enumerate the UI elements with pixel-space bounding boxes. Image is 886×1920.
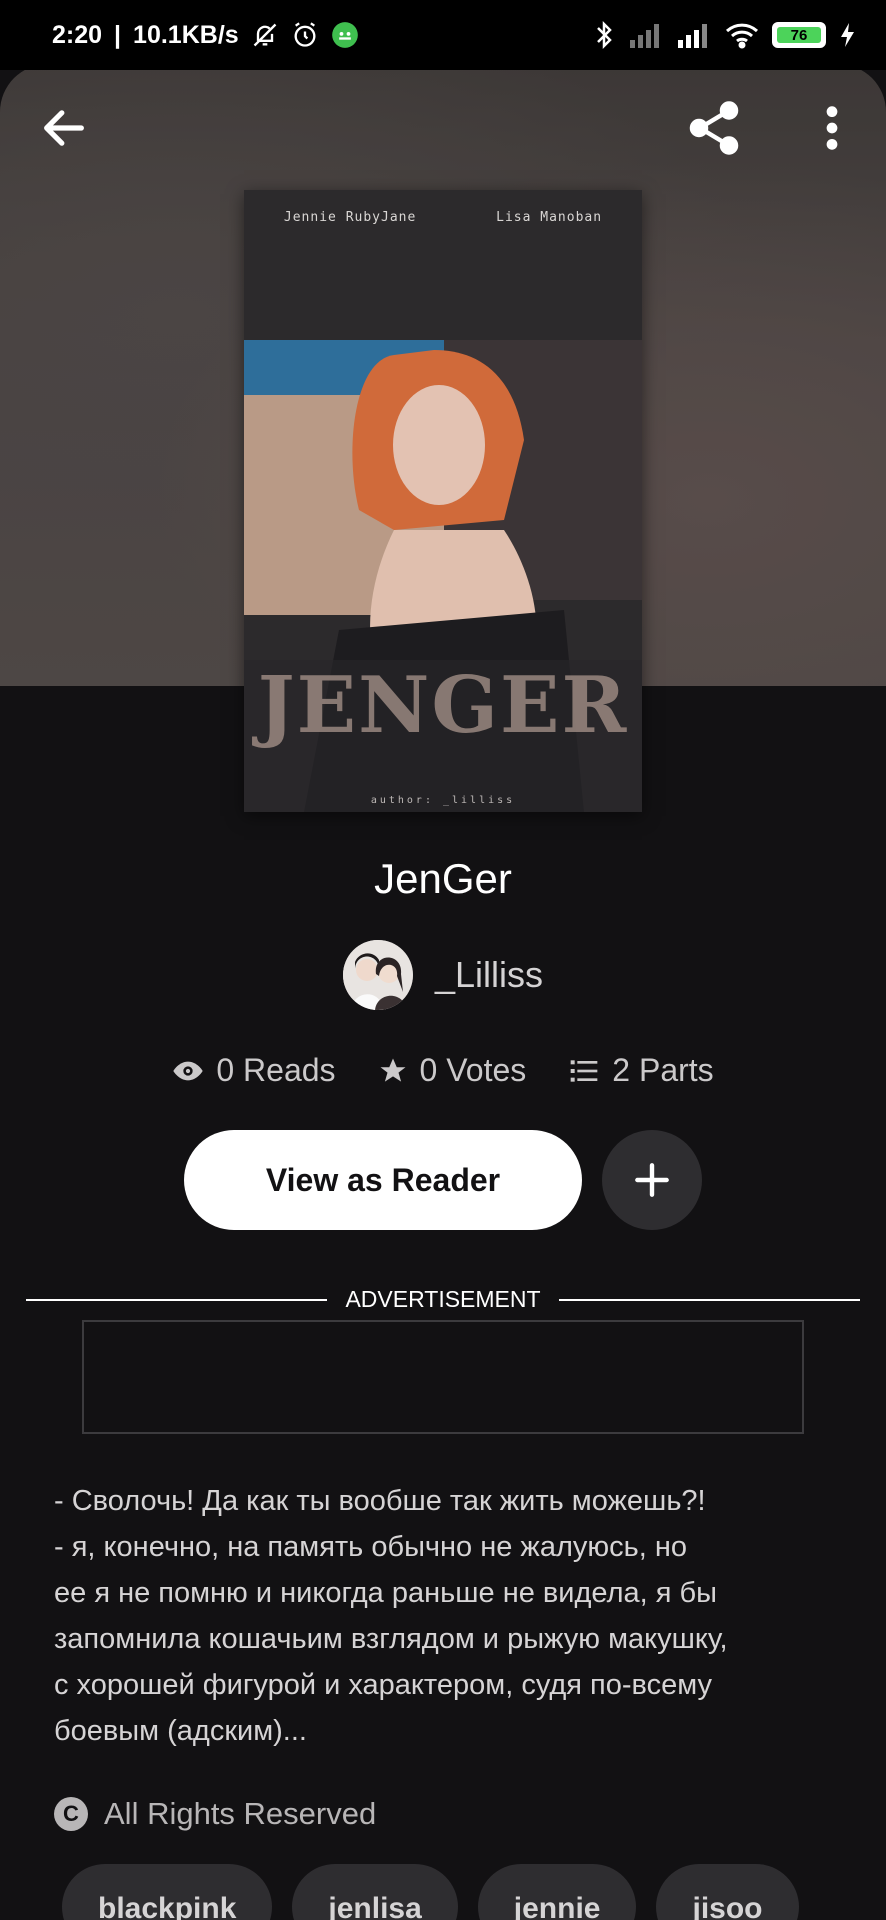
- alarm-icon: [291, 21, 319, 49]
- list-icon: [570, 1059, 598, 1082]
- signal-icon: [628, 22, 664, 48]
- copyright-icon: C: [54, 1797, 88, 1831]
- status-right: 76: [592, 20, 856, 50]
- battery-level: 76: [777, 27, 821, 44]
- signal-icon: [676, 22, 712, 48]
- status-separator: |: [114, 20, 122, 49]
- battery-icon: 76: [772, 22, 826, 48]
- votes-stat: 0 Votes: [378, 1052, 527, 1089]
- eye-icon: [173, 1061, 204, 1080]
- tag-chip[interactable]: jisoo: [656, 1864, 799, 1920]
- star-icon: [380, 1058, 406, 1082]
- tag-chip[interactable]: jennie: [477, 1864, 637, 1920]
- copyright-label: All Rights Reserved: [104, 1796, 377, 1831]
- more-vertical-icon: [826, 106, 838, 150]
- avatar: [342, 940, 413, 1010]
- story-details-screen: 2:20 | 10.1KB/s 76 Jennie RubyJane Lisa …: [0, 0, 886, 1920]
- parts-count: 2 Parts: [612, 1052, 714, 1088]
- cover-names: Jennie RubyJane Lisa Manoban: [244, 210, 642, 225]
- bell-muted-icon: [251, 21, 279, 49]
- charging-icon: [838, 21, 856, 49]
- top-action-bar: [0, 94, 886, 164]
- status-speed: 10.1KB/s: [133, 20, 239, 49]
- author-name: _Lilliss: [434, 954, 544, 995]
- cover-name-right: Lisa Manoban: [496, 210, 603, 225]
- arrow-left-icon: [44, 110, 84, 146]
- advertisement-divider: ADVERTISEMENT: [26, 1286, 861, 1313]
- story-stats: 0 Reads 0 Votes 2 Parts: [0, 1052, 886, 1089]
- wifi-icon: [724, 21, 760, 49]
- share-icon: [689, 101, 739, 155]
- reads-stat: 0 Reads: [172, 1052, 336, 1089]
- divider-line: [26, 1298, 328, 1301]
- status-bar: 2:20 | 10.1KB/s 76: [0, 0, 886, 70]
- story-title: JenGer: [374, 855, 512, 902]
- advertisement-slot[interactable]: [82, 1320, 804, 1434]
- advertisement-label: ADVERTISEMENT: [345, 1286, 541, 1312]
- votes-count: 0 Votes: [419, 1052, 527, 1088]
- story-description: - Сволочь! Да как ты вообше так жить мож…: [54, 1485, 728, 1747]
- author-link[interactable]: _Lilliss: [0, 940, 886, 1010]
- tag-chip[interactable]: blackpink: [62, 1864, 273, 1920]
- tag-list: blackpink jenlisa jennie jisoo: [62, 1864, 799, 1920]
- plus-icon: [635, 1163, 669, 1197]
- more-options-button[interactable]: [812, 100, 852, 156]
- status-left: 2:20 | 10.1KB/s: [52, 21, 359, 50]
- divider-line: [558, 1298, 861, 1301]
- cover-author: author: _lilliss: [370, 795, 516, 806]
- copyright-row: C All Rights Reserved: [54, 1796, 376, 1832]
- story-actions: View as Reader: [184, 1130, 702, 1230]
- cover-title: JENGER: [257, 660, 629, 751]
- cover-name-left: Jennie RubyJane: [283, 210, 417, 225]
- tag-chip[interactable]: jenlisa: [292, 1864, 458, 1920]
- add-to-library-button[interactable]: [602, 1130, 702, 1230]
- story-cover[interactable]: Jennie RubyJane Lisa Manoban JENGER auth…: [244, 190, 642, 812]
- parts-stat[interactable]: 2 Parts: [568, 1052, 714, 1089]
- bluetooth-icon: [592, 20, 616, 50]
- status-time: 2:20: [52, 20, 103, 49]
- share-button[interactable]: [684, 98, 744, 158]
- back-button[interactable]: [38, 102, 90, 154]
- view-as-reader-button[interactable]: View as Reader: [184, 1130, 582, 1230]
- reads-count: 0 Reads: [216, 1052, 336, 1088]
- app-notification-icon: [331, 21, 359, 49]
